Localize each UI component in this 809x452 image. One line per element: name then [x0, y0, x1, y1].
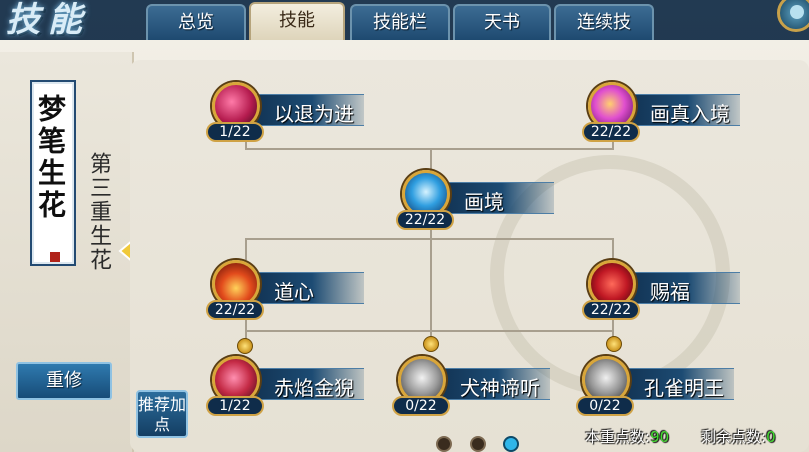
tab-heavenly-book[interactable]: 天书 — [453, 4, 551, 40]
window-frame: 技能 总览 技能 技能栏 天书 连续技 梦笔生花 第三重生花 重修 以退为进 1… — [0, 0, 809, 452]
skill-node[interactable]: 赐福 22/22 — [576, 256, 776, 320]
skill-level: 0/22 — [392, 396, 450, 416]
skill-node[interactable]: 犬神谛听 0/22 — [386, 352, 586, 416]
tab-overview[interactable]: 总览 — [146, 4, 246, 40]
unlock-marker-icon — [606, 336, 622, 352]
reset-button[interactable]: 重修 — [16, 362, 112, 400]
points-spent-label: 本重点数: — [585, 428, 651, 446]
skill-node[interactable]: 以退为进 1/22 — [200, 78, 400, 142]
skill-name: 画真入境 — [650, 102, 730, 126]
skill-node[interactable]: 画境 22/22 — [390, 166, 590, 230]
skill-level: 1/22 — [206, 122, 264, 142]
skill-level: 1/22 — [206, 396, 264, 416]
skill-node[interactable]: 道心 22/22 — [200, 256, 400, 320]
points-left-label: 剩余点数: — [701, 428, 767, 446]
skill-node[interactable]: 画真入境 22/22 — [576, 78, 776, 142]
seal-icon — [50, 252, 60, 262]
skill-level: 22/22 — [206, 300, 264, 320]
points-left-value: 0 — [766, 428, 776, 446]
skill-name: 赤焰金猊 — [274, 376, 354, 400]
skill-school-name: 梦笔生花 — [34, 94, 67, 222]
points-spent: 本重点数:90 — [585, 426, 669, 447]
skill-level: 22/22 — [396, 210, 454, 230]
skill-node[interactable]: 赤焰金猊 1/22 — [200, 352, 400, 416]
left-panel: 梦笔生花 第三重生花 重修 — [0, 52, 134, 452]
close-button[interactable] — [777, 0, 809, 32]
skill-name: 孔雀明王 — [644, 376, 724, 400]
skill-level: 22/22 — [582, 122, 640, 142]
tab-skills[interactable]: 技能 — [249, 2, 345, 42]
skill-node[interactable]: 孔雀明王 0/22 — [570, 352, 770, 416]
skill-name: 以退为进 — [274, 102, 354, 126]
recommend-points-button[interactable]: 推荐加点 — [136, 390, 188, 438]
skill-level: 22/22 — [582, 300, 640, 320]
window-title: 技能 — [6, 0, 90, 40]
tab-skill-bar[interactable]: 技能栏 — [350, 4, 450, 40]
page-indicator-dot[interactable] — [470, 436, 486, 452]
points-left: 剩余点数:0 — [701, 426, 776, 447]
page-indicator-dot-active[interactable] — [503, 436, 519, 452]
skill-level: 0/22 — [576, 396, 634, 416]
skill-name: 犬神谛听 — [460, 376, 540, 400]
tree-connector — [245, 148, 613, 150]
orb-icon — [790, 5, 804, 19]
points-spent-value: 90 — [650, 428, 670, 446]
skill-school-card: 梦笔生花 — [30, 80, 76, 266]
tab-combo-skills[interactable]: 连续技 — [554, 4, 654, 40]
skill-name: 道心 — [274, 280, 314, 304]
tree-connector — [245, 238, 613, 240]
unlock-marker-icon — [423, 336, 439, 352]
skill-name: 画境 — [464, 190, 504, 214]
tree-connector — [245, 330, 613, 332]
tier-label: 第三重生花 — [86, 152, 111, 272]
skill-name: 赐福 — [650, 280, 690, 304]
page-indicator-dot[interactable] — [436, 436, 452, 452]
